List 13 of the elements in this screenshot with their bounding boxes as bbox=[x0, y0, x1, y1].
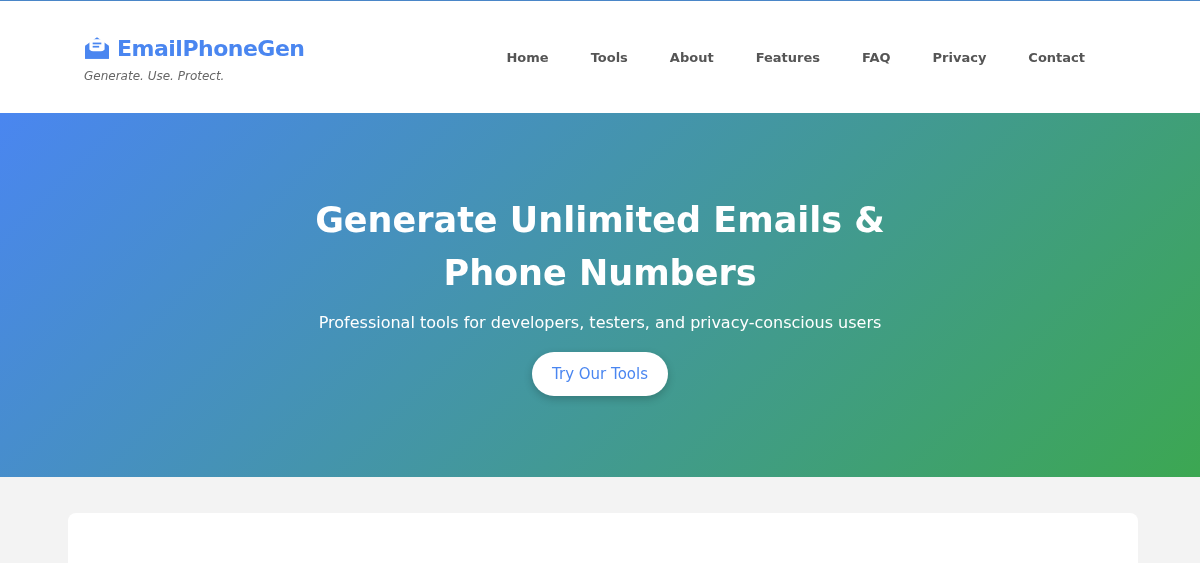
hero-subtitle: Professional tools for developers, testers, and privacy-conscious users bbox=[318, 313, 882, 332]
nav-link[interactable]: Features bbox=[734, 49, 841, 65]
tagline: Generate. Use. Protect. bbox=[84, 68, 226, 83]
brand-name[interactable]: EmailPhoneGen bbox=[117, 35, 305, 61]
nav-link[interactable]: Contact bbox=[1007, 49, 1106, 65]
nav-link[interactable]: FAQ bbox=[841, 49, 912, 65]
try-tools-button[interactable]: Try Our Tools bbox=[532, 352, 668, 396]
nav-link[interactable]: Home bbox=[485, 49, 570, 65]
nav-link[interactable]: About bbox=[648, 49, 735, 65]
nav-link[interactable]: Privacy bbox=[911, 49, 1008, 65]
envelope-icon bbox=[84, 36, 110, 60]
nav-link[interactable]: Tools bbox=[569, 49, 649, 65]
hero-title: Generate Unlimited Emails & Phone Numbers bbox=[314, 199, 886, 295]
